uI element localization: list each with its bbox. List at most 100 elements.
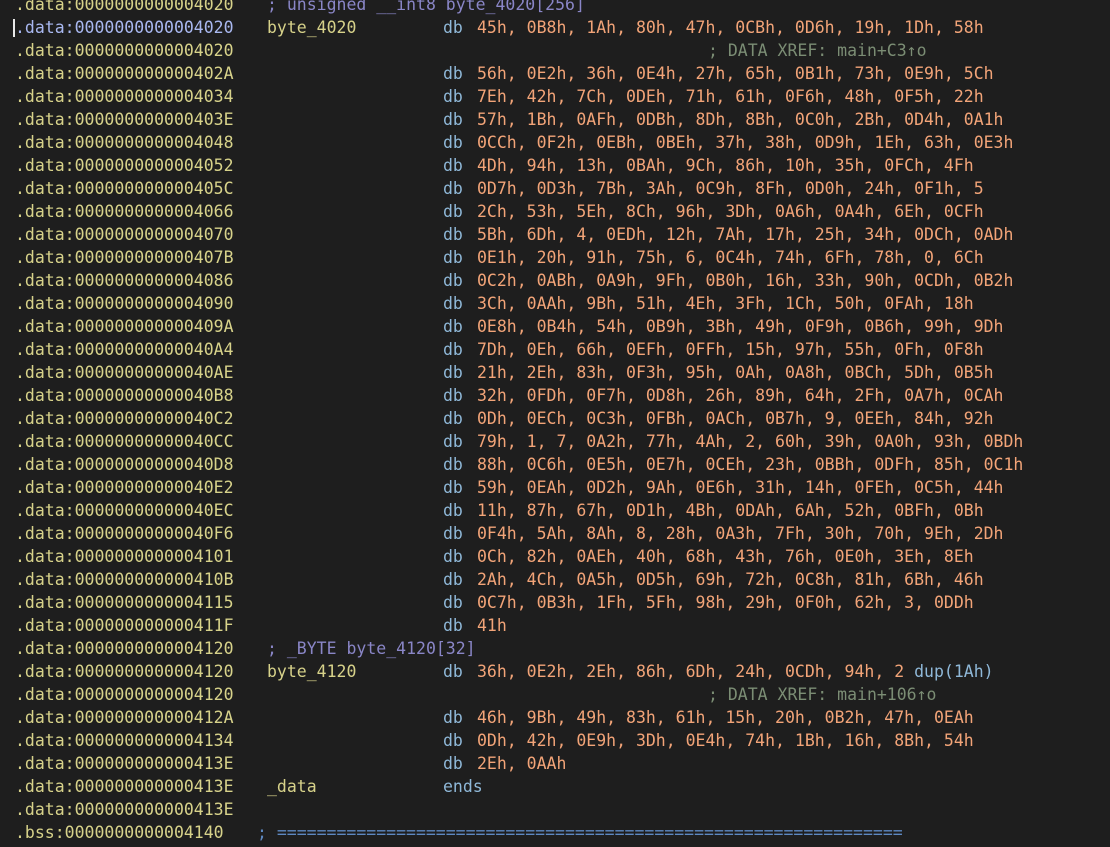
operands[interactable]: 0C2h, 0ABh, 0A9h, 9Fh, 0B0h, 16h, 33h, 9… (477, 269, 1013, 292)
address[interactable]: .data:0000000000004090 (15, 292, 234, 315)
data-label[interactable]: byte_4020 (267, 16, 356, 39)
address[interactable]: .data:00000000000040CC (15, 430, 234, 453)
address[interactable]: .data:00000000000040EC (15, 499, 234, 522)
address[interactable]: .data:0000000000004020 (15, 0, 234, 16)
operands[interactable]: 0Ch, 82h, 0AEh, 40h, 68h, 43h, 76h, 0E0h… (477, 545, 974, 568)
operands[interactable]: 56h, 0E2h, 36h, 0E4h, 27h, 65h, 0B1h, 73… (477, 62, 994, 85)
listing-line[interactable]: .data:0000000000004086 db 0C2h, 0ABh, 0A9h… (0, 269, 1110, 292)
listing-line[interactable]: .data:000000000000409A db 0E8h, 0B4h, 54h,… (0, 315, 1110, 338)
listing-line[interactable]: .data:000000000000405C db 0D7h, 0D3h, 7Bh,… (0, 177, 1110, 200)
address[interactable]: .data:0000000000004086 (15, 269, 234, 292)
listing-line[interactable]: .data:0000000000004115 db 0C7h, 0B3h, 1Fh,… (0, 591, 1110, 614)
listing-line[interactable]: .data:0000000000004048 db 0CCh, 0F2h, 0EBh… (0, 131, 1110, 154)
operands[interactable]: 0E1h, 20h, 91h, 75h, 6, 0C4h, 74h, 6Fh, … (477, 246, 984, 269)
listing-line[interactable]: .data:0000000000004020 ; DATA XREF: main+… (0, 39, 1110, 62)
address[interactable]: .data:00000000000040A4 (15, 338, 234, 361)
address[interactable]: .data:0000000000004070 (15, 223, 234, 246)
listing-line[interactable]: .data:0000000000004120 byte_4120 db 36h, 0E… (0, 660, 1110, 683)
operands[interactable]: 0F4h, 5Ah, 8Ah, 8, 28h, 0A3h, 7Fh, 30h, … (477, 522, 1004, 545)
address[interactable]: .data:00000000000040F6 (15, 522, 234, 545)
operands[interactable]: 11h, 87h, 67h, 0D1h, 4Bh, 0DAh, 6Ah, 52h… (477, 499, 984, 522)
address[interactable]: .data:000000000000412A (15, 706, 234, 729)
operands[interactable]: 2Eh, 0AAh (477, 752, 566, 775)
listing-line[interactable]: .data:00000000000040F6 db 0F4h, 5Ah, 8Ah, … (0, 522, 1110, 545)
listing-line[interactable]: .data:000000000000402A db 56h, 0E2h, 36h, … (0, 62, 1110, 85)
listing-line[interactable]: .data:000000000000412A db 46h, 9Bh, 49h, 8… (0, 706, 1110, 729)
address[interactable]: .data:0000000000004120 (15, 660, 234, 683)
address[interactable]: .data:0000000000004034 (15, 85, 234, 108)
xref-comment[interactable]: ; DATA XREF: main+106↑o (708, 683, 936, 706)
listing-line[interactable]: .data:000000000000413E _data ends (0, 775, 1110, 798)
listing-line[interactable]: .data:00000000000040E2 db 59h, 0EAh, 0D2h,… (0, 476, 1110, 499)
address[interactable]: .data:000000000000411F (15, 614, 234, 637)
address[interactable]: .data:000000000000407B (15, 246, 234, 269)
operands[interactable]: 21h, 2Eh, 83h, 0F3h, 95h, 0Ah, 0A8h, 0BC… (477, 361, 994, 384)
listing-line[interactable]: .bss:0000000000004140 ; =================… (0, 821, 1110, 844)
operands[interactable]: 0Dh, 42h, 0E9h, 3Dh, 0E4h, 74h, 1Bh, 16h… (477, 729, 974, 752)
address[interactable]: .data:000000000000402A (15, 62, 234, 85)
listing-line[interactable]: .data:00000000000040D8 db 88h, 0C6h, 0E5h,… (0, 453, 1110, 476)
data-label[interactable]: byte_4120 (267, 660, 356, 683)
operands[interactable]: 5Bh, 6Dh, 4, 0EDh, 12h, 7Ah, 17h, 25h, 3… (477, 223, 1013, 246)
address[interactable]: .data:0000000000004020 (15, 39, 234, 62)
address[interactable]: .data:000000000000413E (15, 752, 234, 775)
address[interactable]: .data:00000000000040D8 (15, 453, 234, 476)
operands[interactable]: 36h, 0E2h, 2Eh, 86h, 6Dh, 24h, 0CDh, 94h… (477, 660, 994, 683)
listing-line[interactable]: .data:00000000000040CC db 79h, 1, 7, 0A2h,… (0, 430, 1110, 453)
address[interactable]: .data:0000000000004134 (15, 729, 234, 752)
listing-line[interactable]: .data:000000000000407B db 0E1h, 20h, 91h, … (0, 246, 1110, 269)
address[interactable]: .data:0000000000004115 (15, 591, 234, 614)
operands[interactable]: 0Dh, 0ECh, 0C3h, 0FBh, 0ACh, 0B7h, 9, 0E… (477, 407, 994, 430)
data-label[interactable]: _data (267, 775, 317, 798)
address[interactable]: .data:0000000000004020 (15, 16, 234, 39)
listing-line[interactable]: .data:0000000000004066 db 2Ch, 53h, 5Eh, 8… (0, 200, 1110, 223)
operands[interactable]: 2Ch, 53h, 5Eh, 8Ch, 96h, 3Dh, 0A6h, 0A4h… (477, 200, 984, 223)
listing-line[interactable]: .data:00000000000040B8 db 32h, 0FDh, 0F7h,… (0, 384, 1110, 407)
listing-line[interactable]: .data:00000000000040EC db 11h, 87h, 67h, 0… (0, 499, 1110, 522)
address[interactable]: .data:0000000000004066 (15, 200, 234, 223)
listing-line[interactable]: .data:0000000000004070 db 5Bh, 6Dh, 4, 0ED… (0, 223, 1110, 246)
listing-line[interactable]: .data:0000000000004052 db 4Dh, 94h, 13h, 0… (0, 154, 1110, 177)
operands[interactable]: 2Ah, 4Ch, 0A5h, 0D5h, 69h, 72h, 0C8h, 81… (477, 568, 984, 591)
listing-line[interactable]: .data:0000000000004020 byte_4020 db 45h, 0B… (0, 16, 1110, 39)
listing-line[interactable]: .data:000000000000403E db 57h, 1Bh, 0AFh, … (0, 108, 1110, 131)
xref-comment[interactable]: ; DATA XREF: main+C3↑o (708, 39, 927, 62)
address[interactable]: .data:000000000000409A (15, 315, 234, 338)
listing-line[interactable]: .data:000000000000411F db 41h (0, 614, 1110, 637)
listing-line[interactable]: .data:0000000000004020 ; unsigned __int8 … (0, 0, 1110, 16)
operands[interactable]: 57h, 1Bh, 0AFh, 0DBh, 8Dh, 8Bh, 0C0h, 2B… (477, 108, 1004, 131)
operands[interactable]: 3Ch, 0AAh, 9Bh, 51h, 4Eh, 3Fh, 1Ch, 50h,… (477, 292, 974, 315)
listing-line[interactable]: .data:0000000000004034 db 7Eh, 42h, 7Ch, 0… (0, 85, 1110, 108)
address[interactable]: .data:0000000000004052 (15, 154, 234, 177)
operands[interactable]: 59h, 0EAh, 0D2h, 9Ah, 0E6h, 31h, 14h, 0F… (477, 476, 1004, 499)
operands[interactable]: 79h, 1, 7, 0A2h, 77h, 4Ah, 2, 60h, 39h, … (477, 430, 1023, 453)
listing-line[interactable]: .data:0000000000004134 db 0Dh, 42h, 0E9h, … (0, 729, 1110, 752)
address[interactable]: .data:00000000000040AE (15, 361, 234, 384)
operands[interactable]: 0C7h, 0B3h, 1Fh, 5Fh, 98h, 29h, 0F0h, 62… (477, 591, 974, 614)
address[interactable]: .bss:0000000000004140 (15, 821, 224, 844)
operands[interactable]: 7Dh, 0Eh, 66h, 0EFh, 0FFh, 15h, 97h, 55h… (477, 338, 984, 361)
operands[interactable]: 7Eh, 42h, 7Ch, 0DEh, 71h, 61h, 0F6h, 48h… (477, 85, 984, 108)
operands[interactable]: 46h, 9Bh, 49h, 83h, 61h, 15h, 20h, 0B2h,… (477, 706, 974, 729)
address[interactable]: .data:00000000000040E2 (15, 476, 234, 499)
operands[interactable]: 41h (477, 614, 507, 637)
operands[interactable]: 45h, 0B8h, 1Ah, 80h, 47h, 0CBh, 0D6h, 19… (477, 16, 984, 39)
address[interactable]: .data:000000000000403E (15, 108, 234, 131)
address[interactable]: .data:0000000000004048 (15, 131, 234, 154)
listing-line[interactable]: .data:0000000000004120 ; DATA XREF: main+… (0, 683, 1110, 706)
address[interactable]: .data:00000000000040B8 (15, 384, 234, 407)
address[interactable]: .data:000000000000413E (15, 775, 234, 798)
address[interactable]: .data:000000000000405C (15, 177, 234, 200)
address[interactable]: .data:0000000000004120 (15, 683, 234, 706)
listing-line[interactable]: .data:0000000000004090 db 3Ch, 0AAh, 9Bh, … (0, 292, 1110, 315)
address[interactable]: .data:000000000000413E (15, 798, 234, 821)
listing-line[interactable]: .data:00000000000040AE db 21h, 2Eh, 83h, 0… (0, 361, 1110, 384)
listing-line[interactable]: .data:000000000000413E (0, 798, 1110, 821)
disassembly-view[interactable]: .data:0000000000004020 ; unsigned __int8 … (0, 0, 1110, 847)
address[interactable]: .data:000000000000410B (15, 568, 234, 591)
operands[interactable]: 0CCh, 0F2h, 0EBh, 0BEh, 37h, 38h, 0D9h, … (477, 131, 1013, 154)
operands[interactable]: 88h, 0C6h, 0E5h, 0E7h, 0CEh, 23h, 0BBh, … (477, 453, 1023, 476)
listing-line[interactable]: .data:000000000000413E db 2Eh, 0AAh (0, 752, 1110, 775)
operands[interactable]: 0E8h, 0B4h, 54h, 0B9h, 3Bh, 49h, 0F9h, 0… (477, 315, 1004, 338)
address[interactable]: .data:0000000000004101 (15, 545, 234, 568)
